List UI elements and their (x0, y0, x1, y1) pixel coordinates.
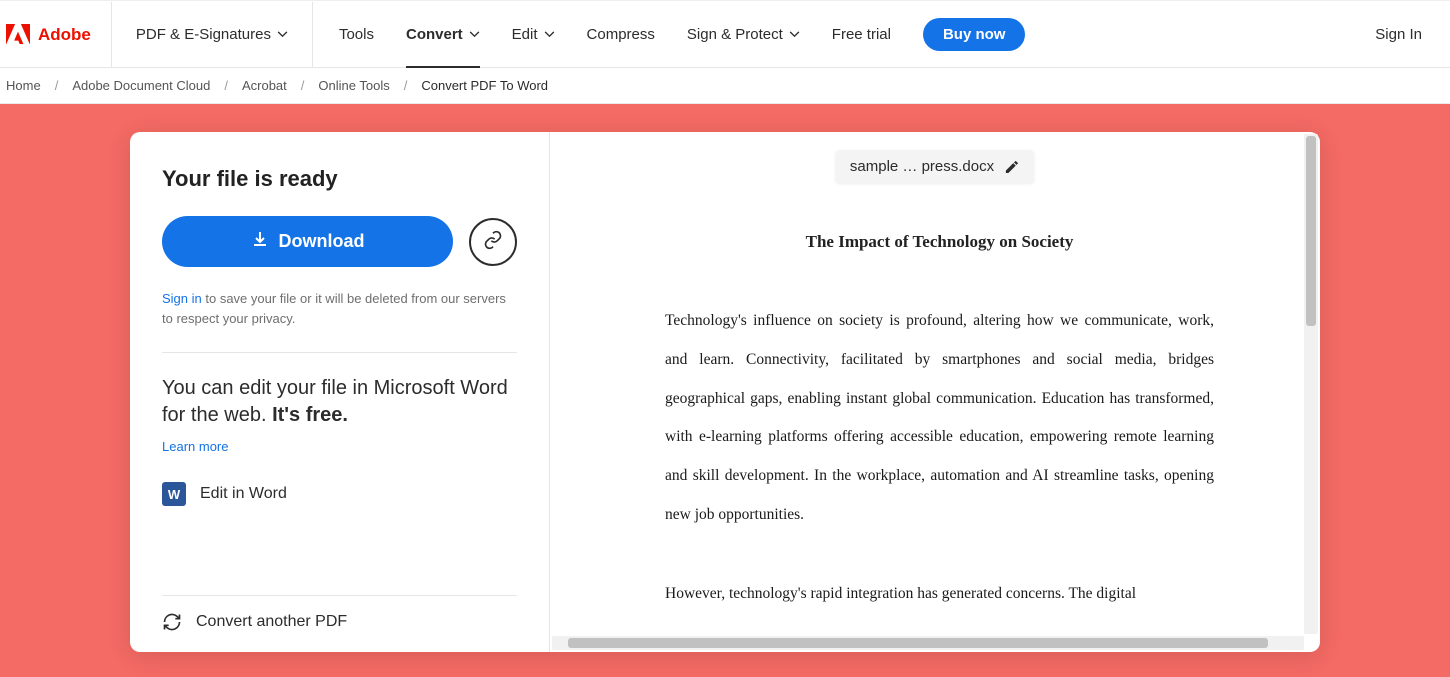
edit-in-word-button[interactable]: W Edit in Word (162, 482, 517, 506)
convert-another-button[interactable]: Convert another PDF (162, 612, 517, 632)
adobe-wordmark: Adobe (38, 25, 91, 45)
horizontal-scrollbar[interactable] (552, 636, 1304, 650)
link-icon (483, 230, 503, 253)
nav-sign-protect[interactable]: Sign & Protect (687, 2, 800, 67)
chevron-down-icon (469, 31, 480, 38)
nav-convert[interactable]: Convert (406, 2, 480, 67)
buy-now-button[interactable]: Buy now (923, 18, 1026, 51)
download-icon (251, 230, 269, 253)
doc-title: The Impact of Technology on Society (665, 232, 1214, 252)
left-panel: Your file is ready Download Sign in to s… (130, 132, 550, 652)
word-icon: W (162, 482, 186, 506)
filename-pill[interactable]: sample … press.docx (836, 150, 1034, 183)
main-header: Adobe PDF & E-Signatures Tools Convert E… (0, 2, 1450, 68)
privacy-note: Sign in to save your file or it will be … (162, 289, 517, 328)
edit-promo-text: You can edit your file in Microsoft Word… (162, 375, 517, 429)
pencil-icon (1004, 159, 1020, 175)
crumb-current: Convert PDF To Word (421, 78, 548, 93)
nav-pdf-label: PDF & E-Signatures (136, 26, 271, 43)
chevron-down-icon (277, 31, 288, 38)
refresh-icon (162, 612, 182, 632)
download-label: Download (279, 231, 365, 252)
primary-nav: Tools Convert Edit Compress Sign & Prote… (313, 2, 1347, 67)
breadcrumb: Home/ Adobe Document Cloud/ Acrobat/ Onl… (0, 68, 1450, 104)
filename-text: sample … press.docx (850, 158, 994, 175)
doc-paragraph: Technology's influence on society is pro… (665, 302, 1214, 535)
download-button[interactable]: Download (162, 216, 453, 267)
nav-edit[interactable]: Edit (512, 2, 555, 67)
scrollbar-thumb[interactable] (1306, 136, 1316, 326)
crumb-online-tools[interactable]: Online Tools (318, 78, 389, 93)
preview-panel: sample … press.docx The Impact of Techno… (550, 132, 1320, 652)
chevron-down-icon (544, 31, 555, 38)
sign-in-link[interactable]: Sign In (1347, 2, 1450, 67)
learn-more-link[interactable]: Learn more (162, 439, 517, 454)
scrollbar-thumb[interactable] (568, 638, 1268, 648)
ready-heading: Your file is ready (162, 166, 517, 192)
crumb-adc[interactable]: Adobe Document Cloud (72, 78, 210, 93)
edit-in-word-label: Edit in Word (200, 485, 287, 503)
result-card: Your file is ready Download Sign in to s… (130, 132, 1320, 652)
chevron-down-icon (789, 31, 800, 38)
crumb-home[interactable]: Home (6, 78, 41, 93)
vertical-scrollbar[interactable] (1304, 134, 1318, 634)
crumb-acrobat[interactable]: Acrobat (242, 78, 287, 93)
stage: Your file is ready Download Sign in to s… (0, 104, 1450, 677)
nav-compress[interactable]: Compress (587, 2, 655, 67)
divider (162, 595, 517, 596)
adobe-logo-icon (6, 24, 30, 46)
document-preview: The Impact of Technology on Society Tech… (550, 212, 1304, 652)
share-link-button[interactable] (469, 218, 517, 266)
nav-tools[interactable]: Tools (339, 2, 374, 67)
adobe-logo[interactable]: Adobe (0, 2, 112, 67)
divider (162, 352, 517, 353)
nav-pdf-esignatures[interactable]: PDF & E-Signatures (112, 2, 313, 67)
convert-another-label: Convert another PDF (196, 613, 347, 631)
doc-paragraph: However, technology's rapid integration … (665, 575, 1214, 614)
nav-free-trial[interactable]: Free trial (832, 2, 891, 67)
sign-in-link-inline[interactable]: Sign in (162, 291, 202, 306)
